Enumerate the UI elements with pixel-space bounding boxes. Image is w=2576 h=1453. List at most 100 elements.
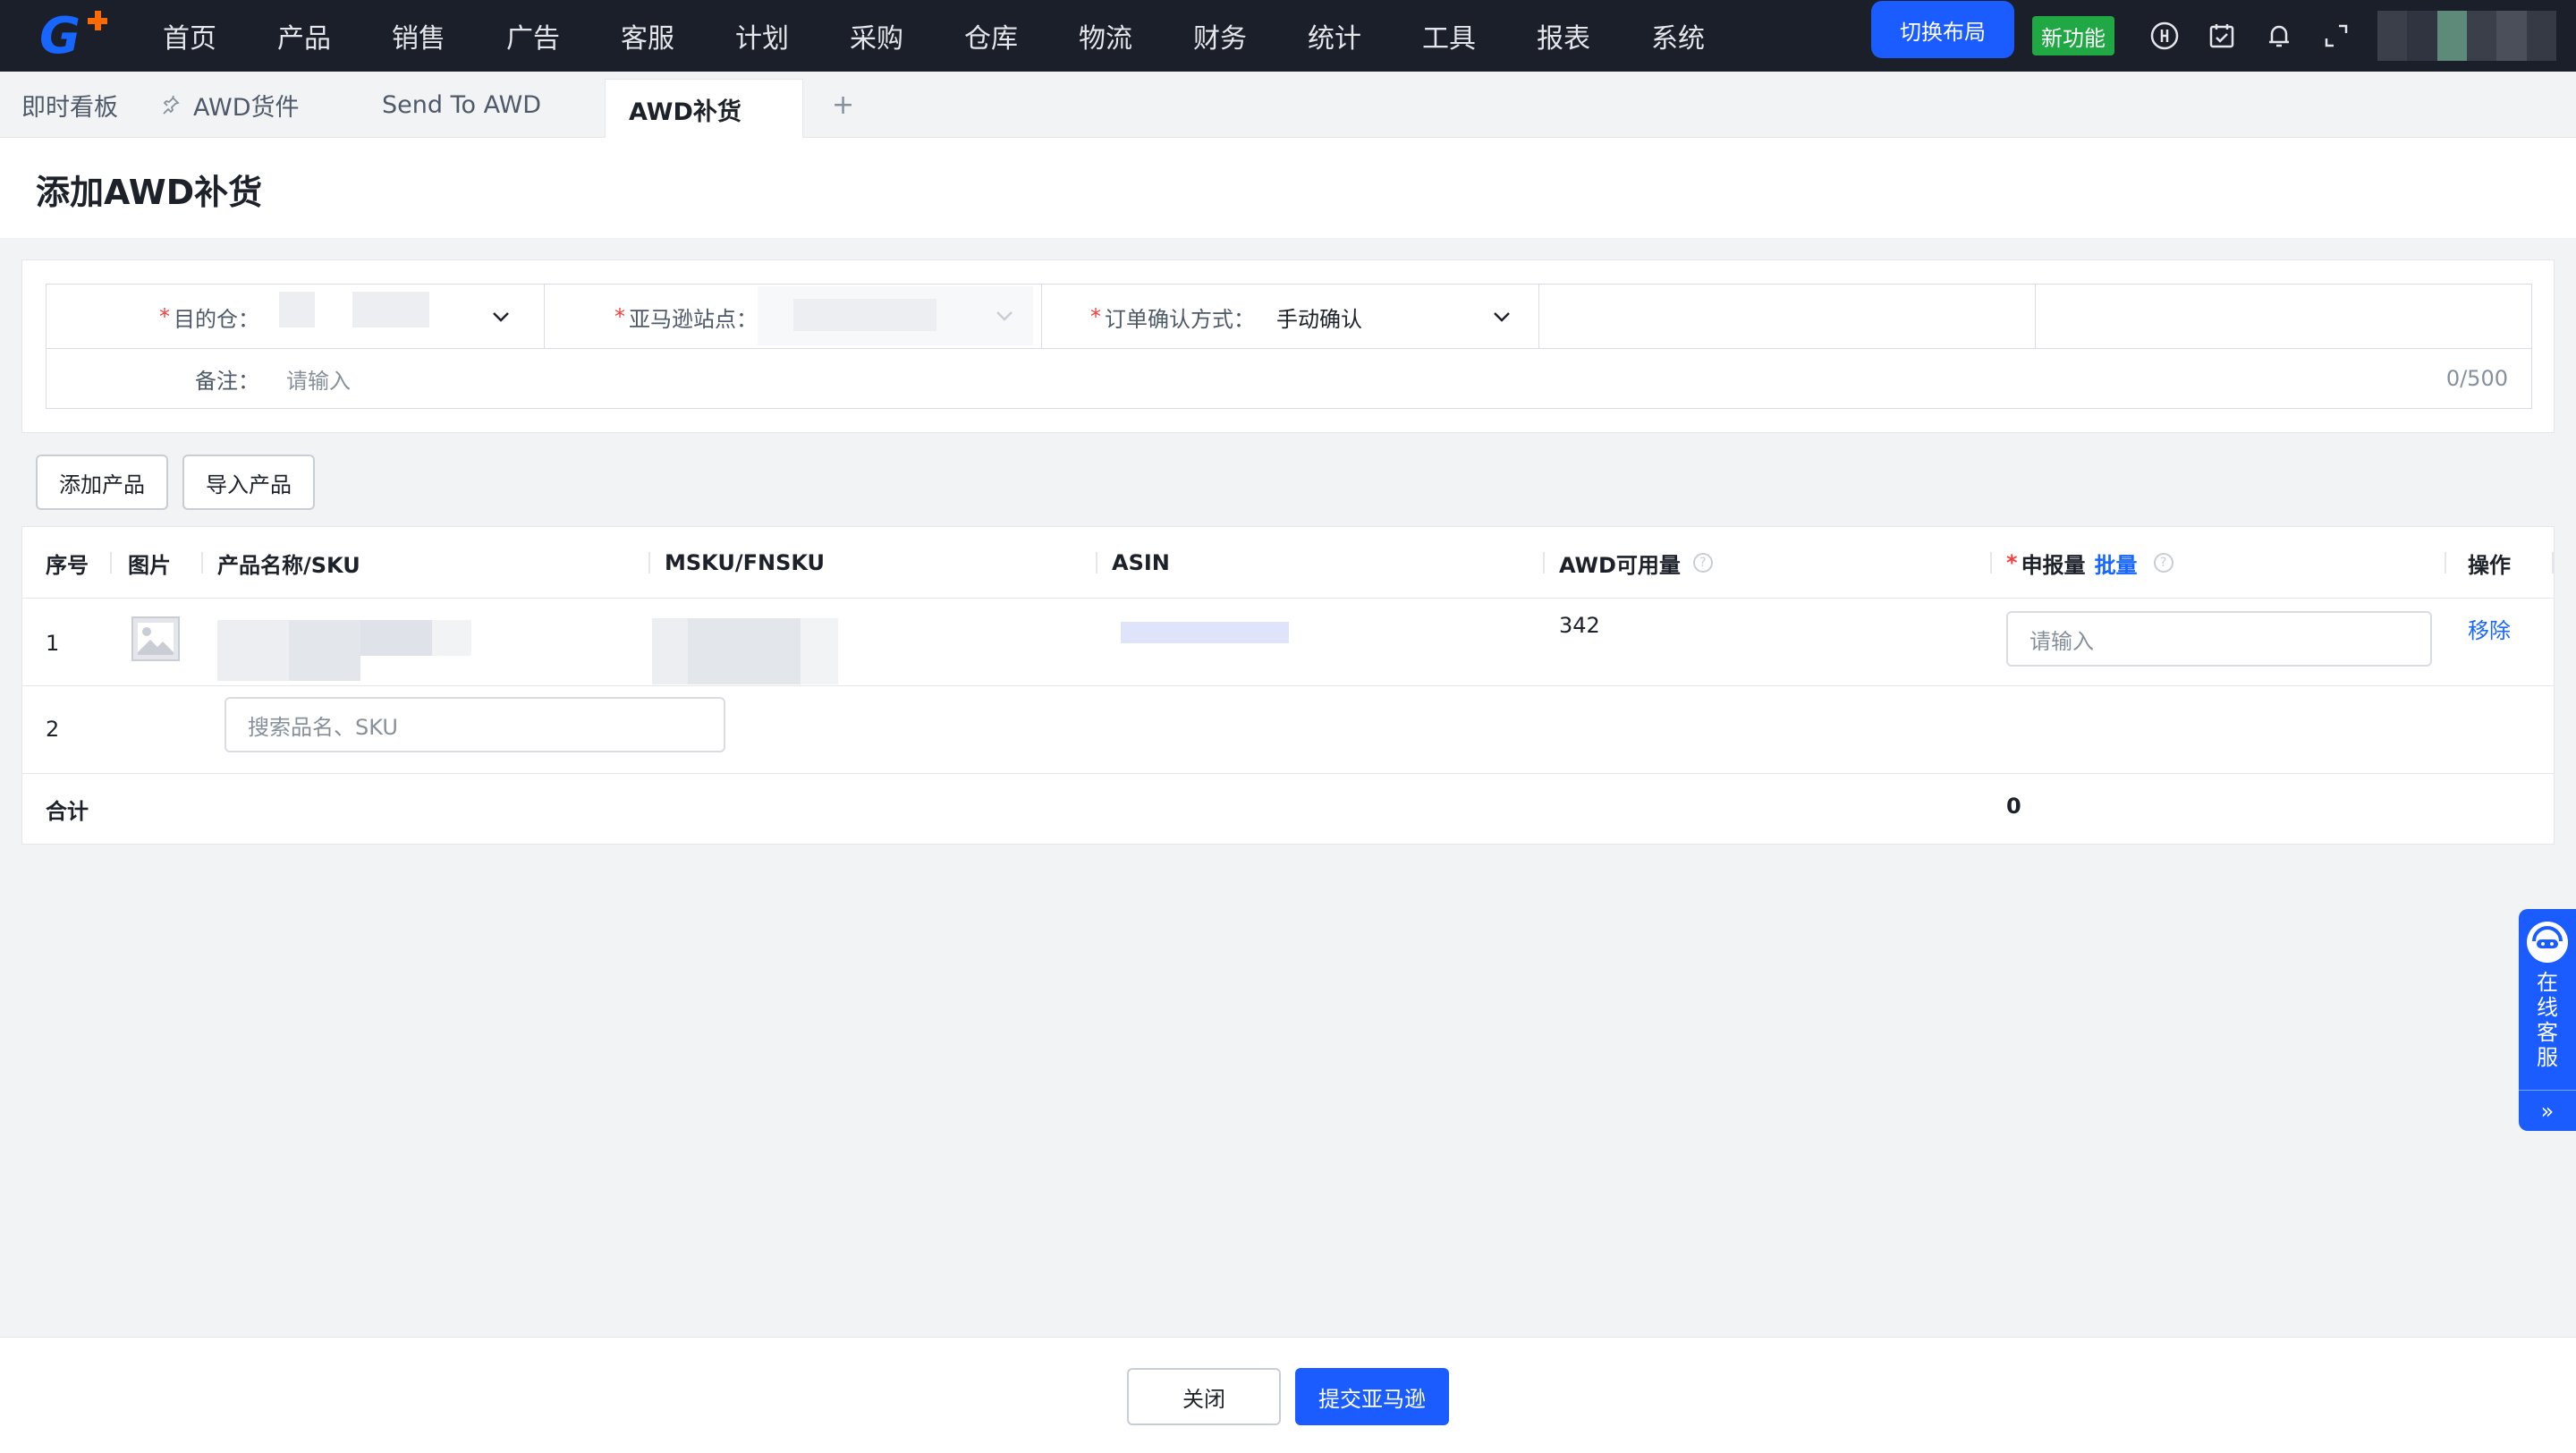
menu-item-home[interactable]: 首页 [163,16,277,55]
help-icon[interactable]: ? [2153,553,2174,573]
logo-g-mark: G [39,6,80,65]
col-image: 图片 [128,552,171,578]
menu-item-purchase[interactable]: 采购 [850,16,964,55]
fullscreen-icon[interactable] [2308,0,2365,72]
close-button[interactable]: 关闭 [1127,1368,1281,1425]
row-seq: 1 [46,631,60,656]
col-awd-available: AWD可用量 ? [1559,527,1713,599]
col-operation: 操作 [2468,552,2511,578]
col-divider [2552,552,2554,574]
menu-item-sales[interactable]: 销售 [392,16,506,55]
menu-item-plan[interactable]: 计划 [735,16,850,55]
tab-send-to-awd[interactable]: Send To AWD [382,72,541,138]
online-service-label: 在线客服 [2537,970,2558,1070]
remark-input[interactable]: 请输入 [286,349,2504,408]
menu-item-stats[interactable]: 统计 [1308,16,1422,55]
tab-awd-shipment-label: AWD货件 [193,93,300,122]
dest-warehouse-field: * 目的仓： [47,285,545,349]
speed-gauge-icon[interactable] [2136,0,2193,72]
chevron-down-icon [1494,312,1510,322]
col-divider [648,552,650,574]
order-confirm-select[interactable]: 手动确认 [1276,285,1536,349]
order-confirm-field: * 订单确认方式： 手动确认 [1042,285,1539,349]
menu-item-ads[interactable]: 广告 [506,16,621,55]
menu-item-system[interactable]: 系统 [1651,16,1766,55]
menu-item-finance[interactable]: 财务 [1193,16,1308,55]
page-header: 添加AWD补货 [0,138,2576,238]
product-image-placeholder-icon [131,616,180,667]
col-declare-qty-label: 申报量 [2021,552,2086,578]
amazon-site-label: * 亚马逊站点： [614,304,758,332]
declare-qty-input[interactable]: 请输入 [2006,611,2432,667]
add-product-button[interactable]: 添加产品 [36,455,168,510]
calendar-check-icon[interactable] [2193,0,2250,72]
top-navbar: G 首页 产品 销售 广告 客服 计划 采购 仓库 物流 财务 统计 工具 报表… [0,0,2576,72]
menu-item-reports[interactable]: 报表 [1537,16,1651,55]
form-grid: * 目的仓： * 亚马逊站点： * 订单确认方式： 手动确认 备注： 请输入 0… [46,284,2532,409]
menu-item-service[interactable]: 客服 [621,16,735,55]
menu-item-tools[interactable]: 工具 [1422,16,1537,55]
menu-item-warehouse[interactable]: 仓库 [964,16,1079,55]
table-row: 2 搜索品名、SKU [22,686,2554,774]
chevron-down-icon [996,311,1013,321]
required-mark: * [2006,550,2018,575]
total-label: 合计 [46,799,89,824]
help-icon[interactable]: ? [1692,553,1713,573]
tab-add-button[interactable]: + [832,72,854,138]
col-divider [110,552,112,574]
bell-icon[interactable] [2250,0,2308,72]
dest-warehouse-select[interactable] [279,292,538,342]
asin-blurred-link[interactable] [1121,622,1289,643]
row-seq: 2 [46,717,60,742]
col-divider [2445,552,2446,574]
awd-available-value: 342 [1559,613,1600,638]
page-title: 添加AWD补货 [36,173,263,212]
required-mark: * [1090,304,1101,329]
col-divider [1543,552,1545,574]
dest-warehouse-label: * 目的仓： [159,304,259,332]
col-declare-qty: * 申报量 批量 ? [2006,527,2174,599]
submit-amazon-button[interactable]: 提交亚马逊 [1295,1368,1449,1425]
amazon-site-select[interactable] [758,286,1033,345]
tab-dashboard[interactable]: 即时看板 [21,72,118,138]
col-awd-available-label: AWD可用量 [1559,552,1681,578]
col-msku-fnsku: MSKU/FNSKU [665,550,826,575]
product-table: 序号 图片 产品名称/SKU MSKU/FNSKU ASIN AWD可用量 ? … [21,526,2555,845]
page-tab-bar: 即时看板 AWD货件 Send To AWD AWD补货 + [0,72,2576,139]
page-footer: 关闭 提交亚马逊 [0,1337,2576,1453]
new-feature-button[interactable]: 新功能 [2032,16,2114,55]
replenish-form: * 目的仓： * 亚马逊站点： * 订单确认方式： 手动确认 备注： 请输入 0… [21,259,2555,433]
empty-form-cell [2036,285,2533,349]
tab-awd-shipment[interactable]: AWD货件 [161,72,299,138]
menu-item-product[interactable]: 产品 [277,16,392,55]
user-avatar[interactable] [2377,11,2556,61]
main-menu: 首页 产品 销售 广告 客服 计划 采购 仓库 物流 财务 统计 工具 报表 系… [163,16,1766,55]
remove-link[interactable]: 移除 [2468,613,2511,644]
order-confirm-value: 手动确认 [1276,306,1362,332]
remark-label: 备注： [195,368,259,394]
msku-fnsku-blurred[interactable] [652,618,838,684]
form-row-remark: 备注： 请输入 0/500 [47,349,2531,408]
logo-plus-mark [88,11,107,30]
online-service-widget[interactable]: 在线客服 » [2519,909,2576,1131]
product-name-sku-blurred[interactable] [217,620,471,681]
col-asin: ASIN [1112,550,1170,575]
product-search-input[interactable]: 搜索品名、SKU [225,697,725,752]
batch-set-link[interactable]: 批量 [2095,548,2138,579]
menu-item-logistics[interactable]: 物流 [1079,16,1193,55]
nav-right-tools: 切换布局 新功能 [1871,0,2576,72]
col-divider [1990,552,1992,574]
switch-layout-button[interactable]: 切换布局 [1871,1,2014,58]
required-mark: * [159,304,170,329]
brand-logo[interactable]: G [0,0,116,72]
empty-form-cell [1539,285,2036,349]
import-product-button[interactable]: 导入产品 [182,455,315,510]
service-agent-icon [2527,922,2568,963]
tab-awd-replenish[interactable]: AWD补货 [605,79,803,139]
remark-counter: 0/500 [2445,366,2508,391]
required-mark: * [614,304,625,329]
col-name-sku: 产品名称/SKU [217,552,360,578]
table-row: 1 342 请输入 移除 [22,599,2554,686]
double-chevron-right-icon[interactable]: » [2519,1090,2576,1131]
col-divider [1096,552,1097,574]
